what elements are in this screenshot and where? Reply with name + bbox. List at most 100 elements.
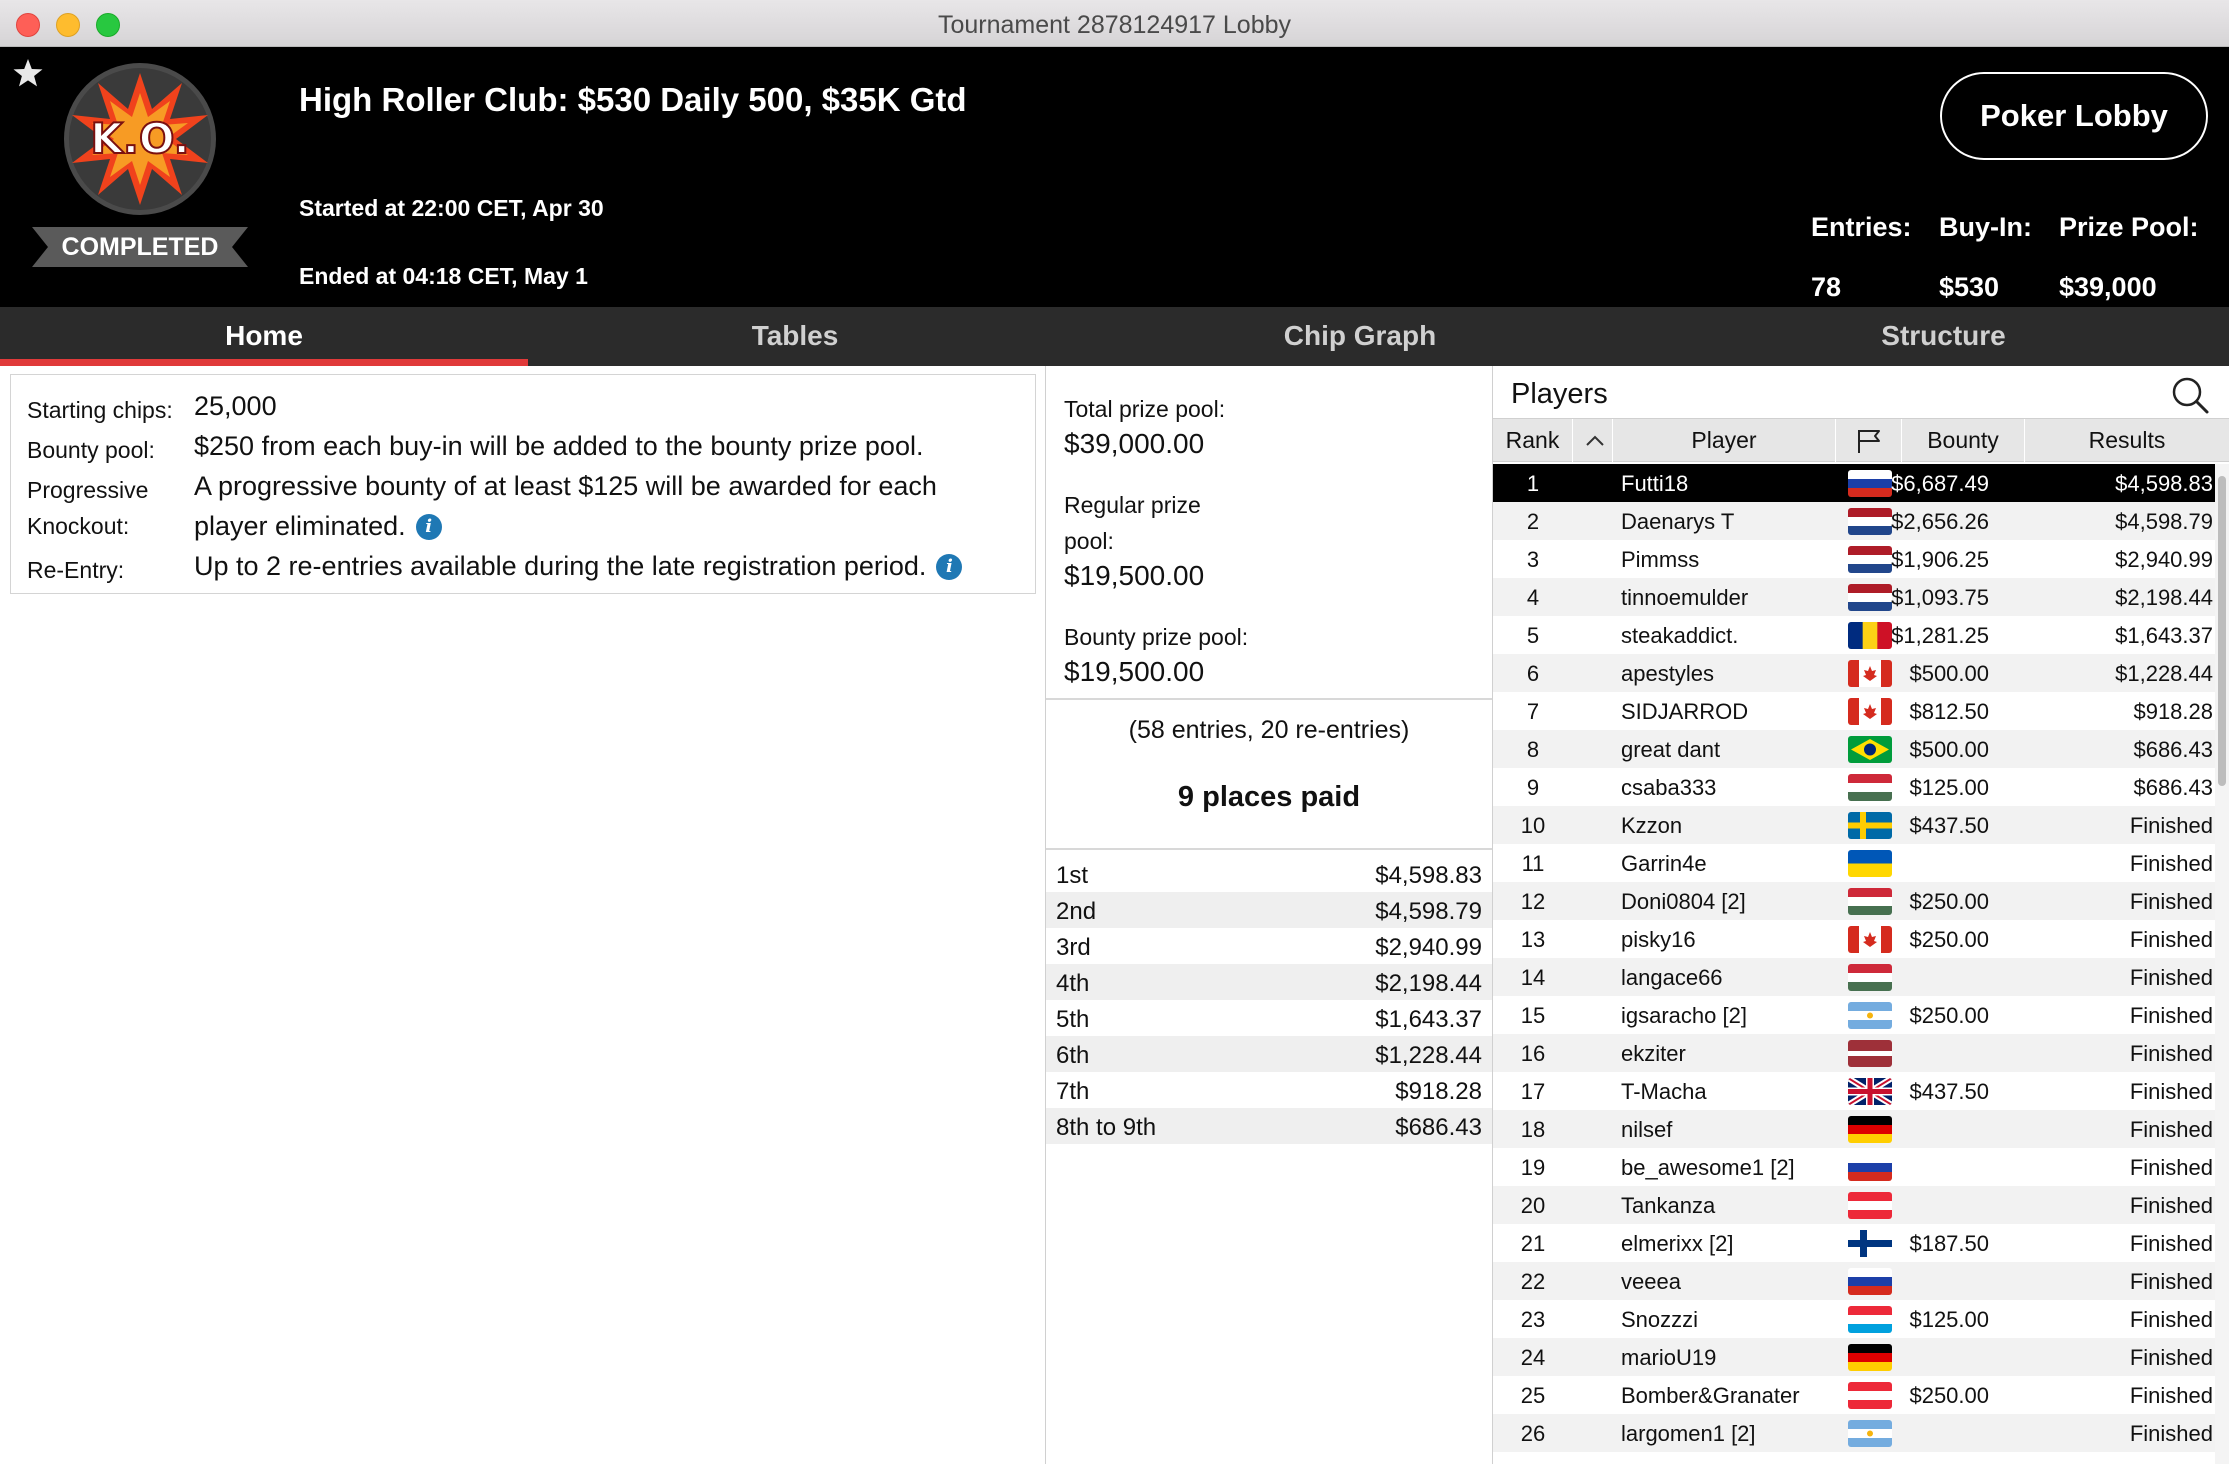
player-row[interactable]: 9 csaba333 $125.00 $686.43	[1493, 768, 2215, 806]
star-icon[interactable]	[12, 57, 44, 89]
player-row[interactable]: 4 tinnoemulder $1,093.75 $2,198.44	[1493, 578, 2215, 616]
player-row[interactable]: 22 veeea Finished	[1493, 1262, 2215, 1300]
column-header-rank[interactable]: Rank	[1493, 419, 1573, 462]
info-icon[interactable]: i	[936, 554, 963, 580]
player-row[interactable]: 6 apestyles $500.00 $1,228.44	[1493, 654, 2215, 692]
player-row[interactable]: 23 Snozzzi $125.00 Finished	[1493, 1300, 2215, 1338]
player-rank: 18	[1520, 1117, 1546, 1142]
tab-structure[interactable]: Structure	[1658, 307, 2229, 366]
country-flag-icon	[1848, 812, 1892, 839]
tournament-info-panel: Starting chips: 25,000 Bounty pool: $250…	[10, 374, 1036, 594]
player-result: $686.43	[2133, 775, 2213, 800]
player-name: Pimmss	[1621, 547, 1700, 572]
player-row[interactable]: 21 elmerixx [2] $187.50 Finished	[1493, 1224, 2215, 1262]
payout-place: 3rd	[1056, 934, 1091, 961]
section-divider	[1046, 698, 1492, 700]
player-row[interactable]: 8 great dant $500.00 $686.43	[1493, 730, 2215, 768]
player-row[interactable]: 3 Pimmss $1,906.25 $2,940.99	[1493, 540, 2215, 578]
scrollbar-thumb[interactable]	[2218, 476, 2226, 786]
player-row[interactable]: 20 Tankanza Finished	[1493, 1186, 2215, 1224]
column-header-results[interactable]: Results	[2025, 419, 2229, 462]
player-row[interactable]: 26 largomen1 [2] Finished	[1493, 1414, 2215, 1452]
country-flag-icon	[1848, 1078, 1892, 1105]
player-result: $2,940.99	[2115, 547, 2213, 572]
start-time: Started at 22:00 CET, Apr 30	[299, 195, 604, 221]
country-flag-icon	[1848, 1040, 1892, 1067]
column-header-bounty[interactable]: Bounty	[1902, 419, 2025, 462]
info-icon[interactable]: i	[415, 514, 442, 540]
places-paid: 9 places paid	[1177, 781, 1361, 813]
player-row[interactable]: 18 nilsef Finished	[1493, 1110, 2215, 1148]
player-result: Finished	[2129, 1307, 2213, 1332]
payout-row: 5th $1,643.37	[1046, 1000, 1492, 1036]
player-row[interactable]: 11 Garrin4e Finished	[1493, 844, 2215, 882]
player-rank: 10	[1520, 813, 1546, 838]
country-flag-icon	[1848, 622, 1892, 649]
player-row[interactable]: 7 SIDJARROD $812.50 $918.28	[1493, 692, 2215, 730]
players-scrollbar[interactable]	[2215, 464, 2229, 1464]
player-row[interactable]: 1 Futti18 $6,687.49 $4,598.83	[1493, 464, 2215, 502]
player-name: apestyles	[1621, 661, 1714, 686]
bounty-prize-pool-label: Bounty prize pool:	[1064, 624, 1249, 650]
players-panel: Players Rank Player Bounty Results 1 Futt…	[1493, 366, 2229, 1464]
player-row[interactable]: 25 Bomber&Granater $250.00 Finished	[1493, 1376, 2215, 1414]
payout-row: 3rd $2,940.99	[1046, 928, 1492, 964]
player-name: nilsef	[1621, 1117, 1673, 1142]
player-row[interactable]: 14 langace66 Finished	[1493, 958, 2215, 996]
payout-place: 6th	[1056, 1042, 1090, 1069]
player-row[interactable]: 10 Kzzon $437.50 Finished	[1493, 806, 2215, 844]
tab-tables[interactable]: Tables	[528, 307, 1062, 366]
bounty-pool-value: $250 from each buy-in will be added to t…	[194, 431, 924, 461]
country-flag-icon	[1848, 1420, 1892, 1447]
player-row[interactable]: 24 marioU19 Finished	[1493, 1338, 2215, 1376]
country-flag-icon	[1848, 736, 1892, 763]
player-rank: 8	[1526, 737, 1540, 762]
player-bounty: $2,656.26	[1891, 509, 1989, 534]
country-flag-icon	[1848, 660, 1892, 687]
player-row[interactable]: 16 ekziter Finished	[1493, 1034, 2215, 1072]
country-flag-icon	[1848, 774, 1892, 801]
player-result: Finished	[2129, 813, 2213, 838]
payout-row: 1st $4,598.83	[1046, 856, 1492, 892]
payout-amount: $918.28	[1395, 1078, 1482, 1105]
country-flag-icon	[1848, 508, 1892, 535]
total-prize-pool-value: $39,000.00	[1064, 428, 1205, 459]
player-bounty: $187.50	[1909, 1231, 1989, 1256]
payout-row: 8th to 9th $686.43	[1046, 1108, 1492, 1144]
payout-row: 2nd $4,598.79	[1046, 892, 1492, 928]
player-result: Finished	[2129, 1079, 2213, 1104]
player-rank: 15	[1520, 1003, 1546, 1028]
player-row[interactable]: 2 Daenarys T $2,656.26 $4,598.79	[1493, 502, 2215, 540]
active-tab-indicator	[0, 359, 528, 366]
player-name: langace66	[1621, 965, 1723, 990]
player-row[interactable]: 12 Doni0804 [2] $250.00 Finished	[1493, 882, 2215, 920]
player-bounty: $1,906.25	[1891, 547, 1989, 572]
player-row[interactable]: 15 igsaracho [2] $250.00 Finished	[1493, 996, 2215, 1034]
player-name: Tankanza	[1621, 1193, 1716, 1218]
column-header-flag[interactable]	[1836, 419, 1902, 462]
player-bounty: $6,687.49	[1891, 471, 1989, 496]
players-table-body: 1 Futti18 $6,687.49 $4,598.83 2 Daenarys T $2,…	[1493, 464, 2215, 1452]
payout-row: 7th $918.28	[1046, 1072, 1492, 1108]
search-icon[interactable]	[2169, 374, 2211, 416]
player-bounty: $125.00	[1909, 775, 1989, 800]
progressive-knockout-value-line2: player eliminated. i	[194, 511, 442, 542]
player-bounty: $812.50	[1909, 699, 1989, 724]
regular-prize-pool-value: $19,500.00	[1064, 560, 1205, 591]
player-name: Daenarys T	[1621, 509, 1735, 534]
country-flag-icon	[1848, 470, 1892, 497]
player-row[interactable]: 17 T-Macha $437.50 Finished	[1493, 1072, 2215, 1110]
poker-lobby-button[interactable]: Poker Lobby	[1940, 72, 2208, 160]
player-bounty: $437.50	[1909, 1079, 1989, 1104]
player-name: marioU19	[1621, 1345, 1717, 1370]
player-row[interactable]: 5 steakaddict. $1,281.25 $1,643.37	[1493, 616, 2215, 654]
country-flag-icon	[1848, 1268, 1892, 1295]
player-row[interactable]: 13 pisky16 $250.00 Finished	[1493, 920, 2215, 958]
column-header-player[interactable]: Player	[1613, 419, 1836, 462]
tab-home[interactable]: Home	[0, 307, 528, 366]
player-row[interactable]: 19 be_awesome1 [2] Finished	[1493, 1148, 2215, 1186]
player-result: Finished	[2129, 927, 2213, 952]
player-rank: 14	[1520, 965, 1546, 990]
player-result: $1,228.44	[2115, 661, 2213, 686]
tab-chip-graph[interactable]: Chip Graph	[1062, 307, 1658, 366]
